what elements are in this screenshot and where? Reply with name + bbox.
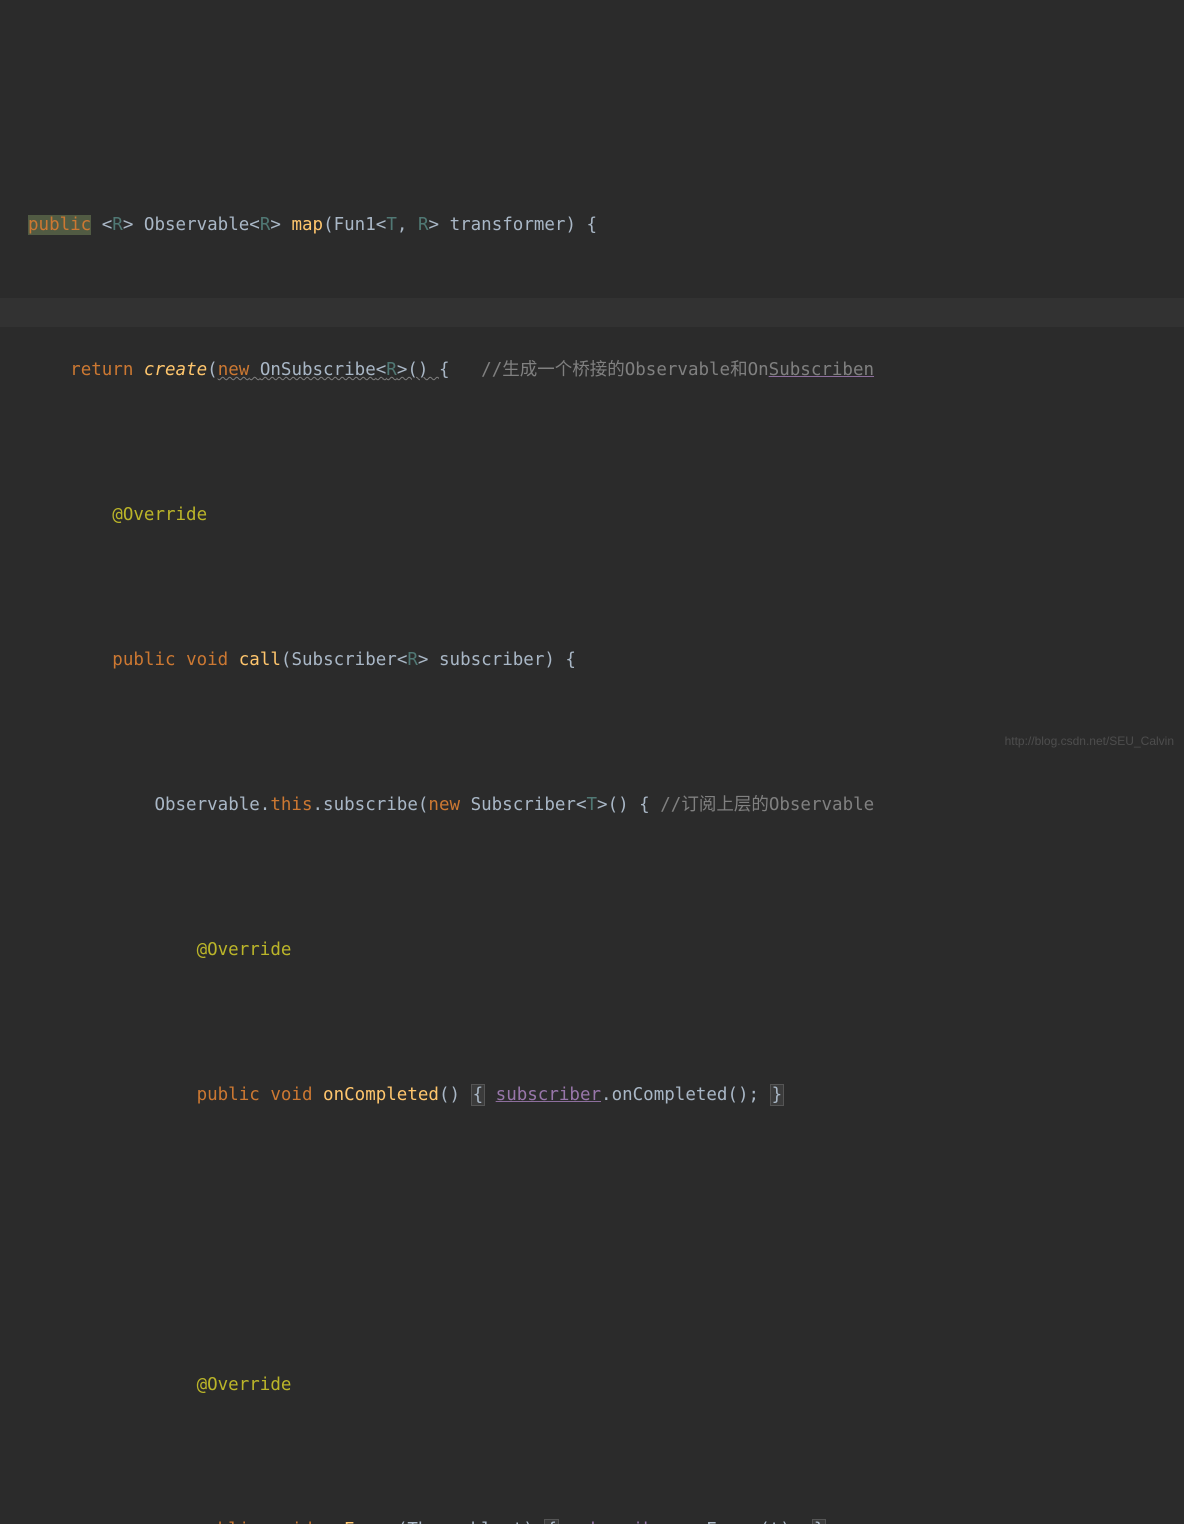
code-line xyxy=(0,1226,1184,1255)
code-line: return create(new OnSubscribe<R>() { //生… xyxy=(0,356,1184,385)
code-line: Observable.this.subscribe(new Subscriber… xyxy=(0,791,1184,820)
code-line: public void onCompleted() { subscriber.o… xyxy=(0,1081,1184,1110)
code-line: public void call(Subscriber<R> subscribe… xyxy=(0,646,1184,675)
watermark: http://blog.csdn.net/SEU_Calvin xyxy=(1005,727,1174,756)
code-line: public <R> Observable<R> map(Fun1<T, R> … xyxy=(0,211,1184,240)
current-line-highlight xyxy=(0,298,1184,327)
keyword: public xyxy=(28,215,91,235)
code-line: public void onError(Throwable t) { subsc… xyxy=(0,1516,1184,1524)
code-line: @Override xyxy=(0,936,1184,965)
code-editor[interactable]: public <R> Observable<R> map(Fun1<T, R> … xyxy=(0,0,1184,1524)
code-line: @Override xyxy=(0,501,1184,530)
code-line: @Override xyxy=(0,1371,1184,1400)
